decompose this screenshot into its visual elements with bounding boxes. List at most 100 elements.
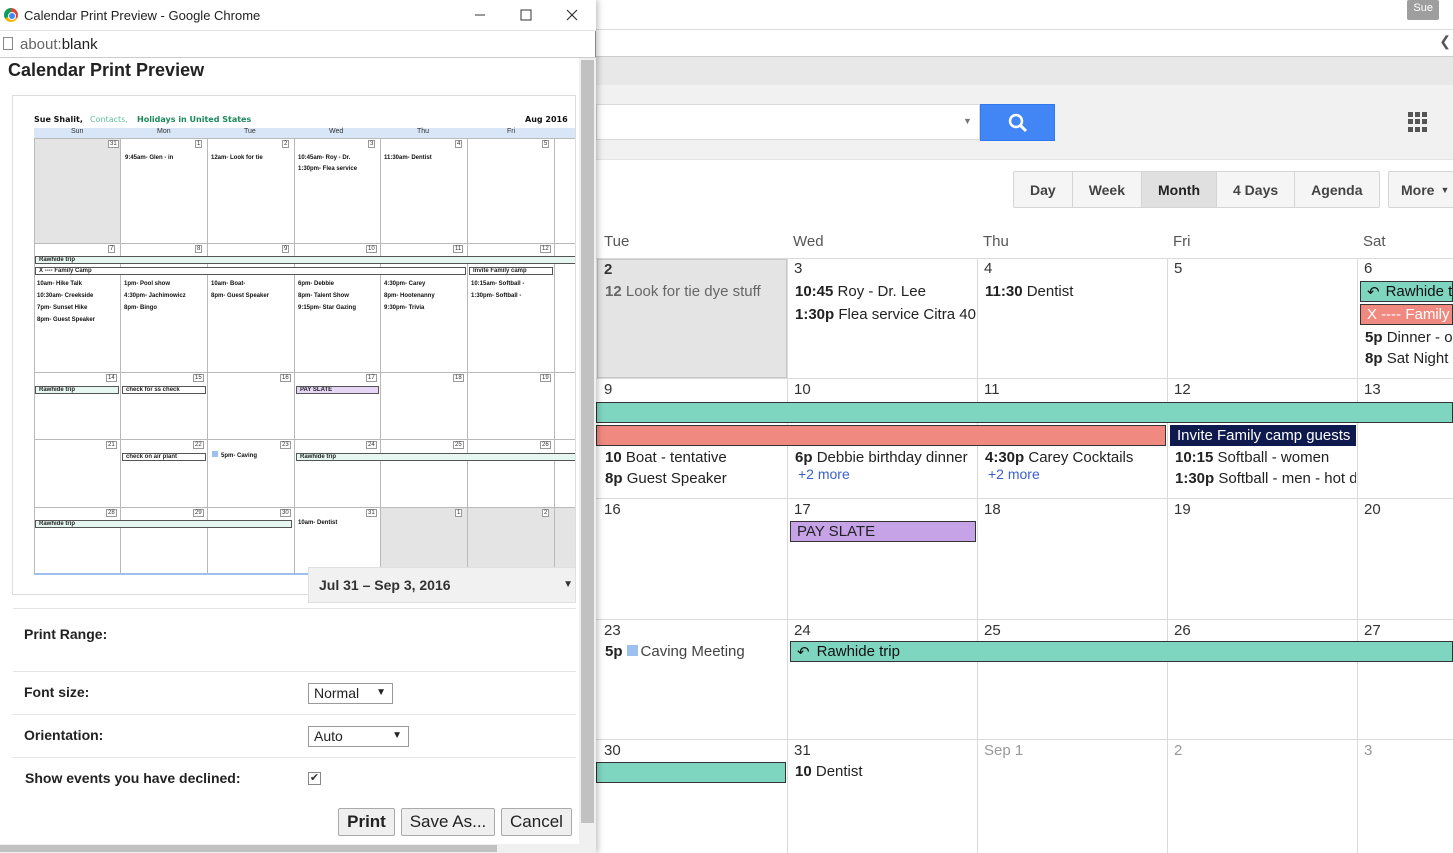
collapse-arrow-icon[interactable]: ❮ (1439, 33, 1451, 50)
date-number[interactable]: 20 (1364, 501, 1381, 518)
more-events-link[interactable]: +2 more (798, 466, 850, 482)
event-bar-rawhide[interactable]: ↶ Rawhide tr (1360, 281, 1453, 302)
date-number[interactable]: 12 (1174, 381, 1191, 398)
event-title: Guest Speaker (626, 470, 727, 487)
event-bar-pay-slate[interactable]: PAY SLATE (790, 521, 976, 542)
event-bar-family-camp-continued[interactable] (596, 425, 1166, 446)
view-agenda-button[interactable]: Agenda (1295, 172, 1378, 207)
event-bar-invite-guests[interactable]: Invite Family camp guests (1170, 425, 1356, 446)
calendar-event[interactable]: 11:30 Dentist (985, 283, 1165, 300)
day-header-wed: Wed (793, 233, 824, 250)
calendar-event[interactable]: 5p Caving Meeting (605, 643, 785, 660)
close-icon (566, 9, 578, 21)
address-bar[interactable]: about:blank (0, 31, 596, 58)
calendar-event[interactable]: 6p Debbie birthday dinner (795, 449, 975, 466)
calendar-event[interactable]: 10:45 Roy - Dr. Lee (795, 283, 975, 300)
date-number[interactable]: 9 (604, 381, 612, 398)
calendar-event[interactable]: 1:30p Flea service Citra 408 (795, 306, 976, 323)
calendar-event[interactable]: 10 Dentist (795, 763, 975, 780)
event-bar-rawhide-continued[interactable] (596, 402, 1453, 423)
calendar-event[interactable]: 8p Guest Speaker (605, 470, 785, 487)
more-views-button[interactable]: More ▼ (1388, 171, 1453, 208)
search-button[interactable] (980, 104, 1055, 141)
today-cell[interactable] (597, 259, 787, 378)
date-number[interactable]: 18 (984, 501, 1001, 518)
event-bar-rawhide-trip[interactable]: ↶ Rawhide trip (790, 641, 1453, 662)
preview-date: 1 (455, 509, 463, 517)
date-number[interactable]: 2 (604, 261, 612, 278)
preview-event-bar: check for ss check (122, 386, 206, 394)
apps-grid-icon[interactable] (1408, 112, 1428, 132)
date-number[interactable]: 3 (794, 260, 802, 277)
show-declined-checkbox[interactable]: ✔ (308, 772, 321, 785)
preview-event: 1pm- Pool show (124, 281, 171, 287)
event-title: Caving Meeting (640, 643, 745, 660)
minimize-icon (475, 14, 485, 16)
date-number[interactable]: 3 (1364, 742, 1372, 759)
calendar-event[interactable]: 4:30p Carey Cocktails (985, 449, 1165, 466)
preview-event: 9:15pm- Star Gazing (298, 305, 357, 311)
font-size-select[interactable]: Normal ▼ (308, 683, 393, 704)
calendar-event[interactable]: 10:15 Softball - women (1175, 449, 1356, 466)
search-options-dropdown-icon[interactable]: ▼ (963, 116, 972, 126)
date-number[interactable]: 19 (1174, 501, 1191, 518)
date-number[interactable]: 31 (794, 742, 811, 759)
horizontal-scrollbar-thumb[interactable] (0, 845, 497, 852)
date-number[interactable]: 27 (1364, 622, 1381, 639)
calendar-search-input[interactable] (596, 104, 980, 140)
preview-day-header: Tue (244, 128, 256, 135)
date-number[interactable]: 6 (1364, 260, 1372, 277)
print-button[interactable]: Print (338, 808, 395, 836)
url-text[interactable]: about:blank (20, 36, 98, 53)
cancel-button[interactable]: Cancel (501, 808, 572, 836)
print-preview-window: Calendar Print Preview - Google Chrome a… (0, 0, 596, 853)
date-number[interactable]: 4 (984, 260, 992, 277)
reply-arrow-icon: ↶ (1367, 283, 1380, 301)
user-profile-badge[interactable]: Sue (1407, 0, 1439, 20)
maximize-button[interactable] (506, 3, 546, 27)
view-week-button[interactable]: Week (1073, 172, 1143, 207)
event-title: Softball - women (1217, 449, 1330, 466)
close-button[interactable] (552, 3, 592, 27)
date-number[interactable]: 23 (604, 622, 621, 639)
event-time: 10:15 (1175, 449, 1214, 466)
date-number[interactable]: 24 (794, 622, 811, 639)
event-title: Roy - Dr. Lee (837, 283, 926, 300)
date-number[interactable]: 30 (604, 742, 621, 759)
preview-event-bar: Rawhide trip (35, 386, 119, 394)
event-bar-family-camp[interactable]: X ---- Family C (1360, 304, 1453, 325)
preview-event: 5pm- Caving (212, 450, 257, 462)
preview-date: 2 (282, 140, 290, 148)
calendar-event[interactable]: 12 Look for tie dye stuff (605, 283, 785, 300)
view-4days-button[interactable]: 4 Days (1217, 172, 1296, 207)
calendar-event[interactable]: 5p Dinner - or (1365, 329, 1453, 346)
date-number[interactable]: Sep 1 (984, 742, 1023, 759)
preview-event-bar: X ---- Family Camp (35, 267, 466, 275)
date-number[interactable]: 5 (1174, 260, 1182, 277)
save-as-button[interactable]: Save As... (401, 808, 495, 836)
orientation-select[interactable]: Auto ▼ (308, 726, 409, 747)
vertical-scrollbar-thumb[interactable] (581, 60, 594, 823)
options-divider (13, 608, 576, 609)
calendar-event[interactable]: 8p Sat Night s (1365, 350, 1453, 367)
minimize-button[interactable] (460, 3, 500, 27)
date-number[interactable]: 26 (1174, 622, 1191, 639)
date-number[interactable]: 2 (1174, 742, 1182, 759)
view-month-button[interactable]: Month (1142, 172, 1217, 207)
preview-grid-line (467, 138, 468, 574)
calendar-event[interactable]: 10 Boat - tentative (605, 449, 785, 466)
date-number[interactable]: 16 (604, 501, 621, 518)
date-number[interactable]: 10 (794, 381, 811, 398)
more-events-link[interactable]: +2 more (988, 466, 1040, 482)
view-day-button[interactable]: Day (1014, 172, 1073, 207)
preview-date: 16 (280, 374, 291, 382)
calendar-event[interactable]: 1:30p Softball - men - hot dc (1175, 470, 1356, 487)
maximize-icon (520, 9, 532, 21)
date-number[interactable]: 13 (1364, 381, 1381, 398)
event-bar-rawhide-end[interactable] (596, 762, 786, 783)
print-range-field[interactable]: Jul 31 – Sep 3, 2016 ▼ (308, 567, 576, 603)
date-number[interactable]: 25 (984, 622, 1001, 639)
date-number[interactable]: 17 (794, 501, 811, 518)
checkmark-icon: ✔ (309, 772, 320, 784)
date-number[interactable]: 11 (984, 381, 1000, 398)
